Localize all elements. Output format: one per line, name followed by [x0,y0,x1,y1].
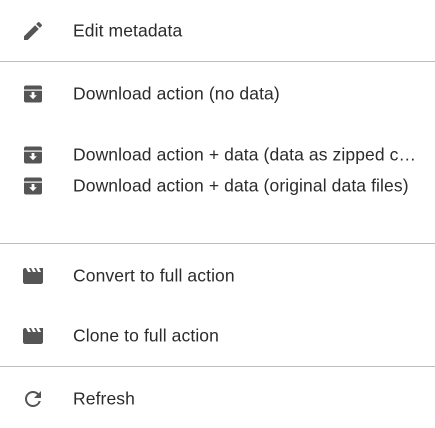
menu-item-clone-to-full-action[interactable]: Clone to full action [0,313,435,359]
menu-item-label: Refresh [73,388,135,409]
pencil-icon [21,19,45,43]
context-menu: Edit metadata Download action (no data) … [0,0,435,428]
archive-download-icon [21,174,45,198]
menu-item-label: Download action (no data) [73,83,280,104]
menu-item-convert-to-full-action[interactable]: Convert to full action [0,253,435,299]
clapperboard-icon [21,264,45,288]
menu-item-refresh[interactable]: Refresh [0,376,435,422]
menu-item-edit-metadata[interactable]: Edit metadata [0,8,435,54]
refresh-icon [21,387,45,411]
menu-divider [0,61,435,62]
menu-item-label: Edit metadata [73,20,183,41]
menu-divider [0,243,435,244]
menu-item-download-action-no-data[interactable]: Download action (no data) [0,71,435,117]
menu-item-label: Clone to full action [73,325,219,346]
menu-item-label: Convert to full action [73,265,235,286]
menu-divider [0,366,435,367]
menu-item-label: Download action + data (original data fi… [73,175,409,196]
archive-download-icon [21,82,45,106]
menu-item-download-action-original-files[interactable]: Download action + data (original data fi… [0,163,435,209]
clapperboard-icon [21,324,45,348]
